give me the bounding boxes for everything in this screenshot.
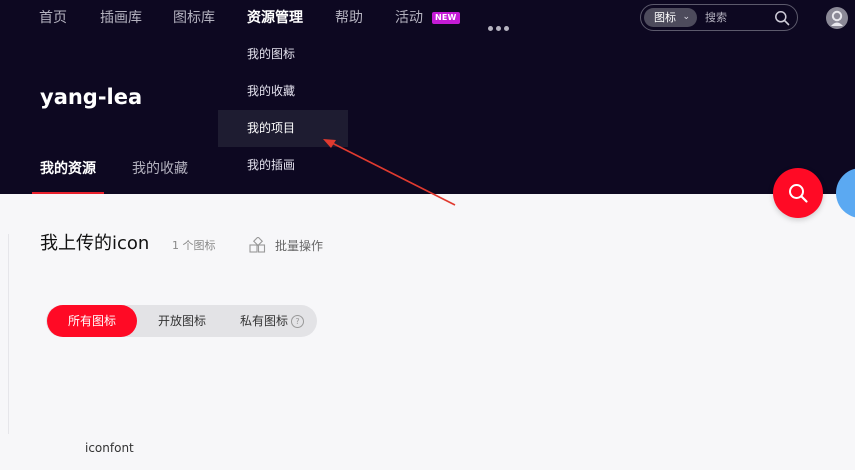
filter-private-icons[interactable]: 私有图标? [227, 305, 317, 337]
content-divider [8, 234, 9, 434]
nav-icon-library[interactable]: 图标库 [173, 9, 215, 27]
tab-my-favorites[interactable]: 我的收藏 [132, 160, 188, 178]
batch-operation-button[interactable]: 批量操作 [275, 238, 323, 254]
menu-item-my-favorites[interactable]: 我的收藏 [218, 73, 348, 110]
menu-item-my-illustrations[interactable]: 我的插画 [218, 147, 348, 184]
filter-public-icons[interactable]: 开放图标 [137, 305, 227, 337]
site-header: 首页 插画库 图标库 资源管理 帮助 活动 NEW 图标 ⌄ 搜索 yang-l… [0, 0, 855, 194]
more-icon[interactable] [488, 16, 512, 35]
search-type-label: 图标 [654, 11, 676, 24]
search-icon [789, 184, 808, 203]
section-title: 我上传的icon [40, 233, 150, 254]
nav-illustrations[interactable]: 插画库 [100, 9, 142, 27]
new-badge: NEW [432, 12, 460, 24]
active-tab-indicator [32, 192, 104, 194]
nav-home[interactable]: 首页 [39, 9, 67, 27]
filter-private-label: 私有图标 [239, 314, 288, 328]
menu-item-my-projects[interactable]: 我的项目 [218, 110, 348, 147]
icon-count: 1 个图标 [172, 239, 216, 252]
help-icon[interactable]: ? [291, 315, 304, 328]
nav-resource-management[interactable]: 资源管理 [247, 9, 303, 27]
search-input[interactable] [705, 10, 765, 25]
icon-filter-group: 所有图标 开放图标 私有图标? [46, 305, 317, 337]
floating-search-button[interactable] [773, 168, 823, 218]
footer-brand: iconfont [85, 441, 134, 455]
tab-my-resources[interactable]: 我的资源 [40, 160, 96, 178]
nav-activities[interactable]: 活动 [395, 9, 423, 27]
search-icon[interactable] [774, 10, 790, 26]
user-name: yang-lea [40, 85, 143, 109]
filter-all-icons[interactable]: 所有图标 [47, 305, 137, 337]
batch-operation-icon[interactable] [249, 237, 266, 254]
chevron-down-icon: ⌄ [682, 12, 690, 22]
main-nav: 首页 插画库 图标库 资源管理 帮助 活动 NEW 图标 ⌄ [0, 0, 855, 36]
menu-item-my-icons[interactable]: 我的图标 [218, 36, 348, 73]
user-avatar-icon[interactable] [826, 7, 848, 29]
nav-help[interactable]: 帮助 [335, 9, 363, 27]
search-type-select[interactable]: 图标 ⌄ [644, 8, 697, 27]
search-bar: 图标 ⌄ [640, 4, 798, 31]
